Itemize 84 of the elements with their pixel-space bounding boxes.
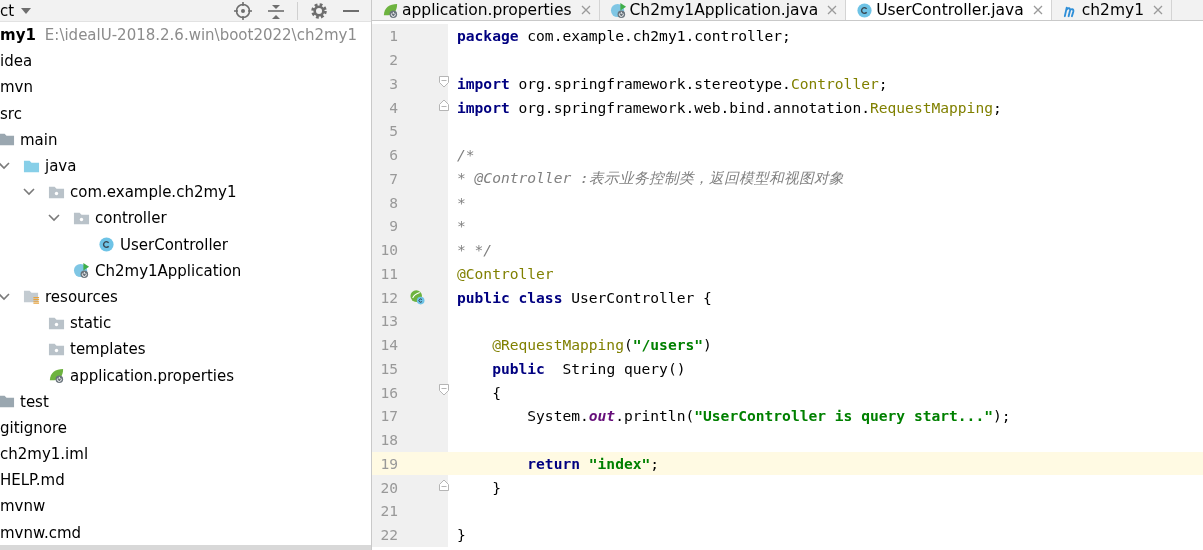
line-number: 6 <box>388 146 398 164</box>
line-number: 18 <box>379 431 398 449</box>
line-number: 17 <box>379 407 398 425</box>
tree-item[interactable]: gitignore <box>0 418 67 437</box>
line-number: 21 <box>379 502 398 520</box>
code-line: package com.example.ch2my1.controller; <box>457 27 791 45</box>
scrollbar[interactable] <box>0 545 371 550</box>
class-icon <box>856 1 874 19</box>
close-icon[interactable] <box>1032 5 1043 15</box>
code-line: import org.springframework.web.bind.annotation.RequestMapping; <box>457 98 1002 116</box>
line-number: 9 <box>388 217 398 235</box>
chevron-icon[interactable] <box>23 188 35 197</box>
tree-item[interactable]: application.properties <box>70 366 235 385</box>
tree-item[interactable]: Ch2my1Application <box>95 261 242 280</box>
line-number: 19 <box>379 454 398 472</box>
settings-icon[interactable] <box>310 1 328 20</box>
chevron-icon[interactable] <box>0 162 10 171</box>
tree-item[interactable]: controller <box>95 209 167 228</box>
code-line: return "index"; <box>526 454 660 472</box>
leaf-icon <box>382 1 399 19</box>
tree-item[interactable]: java <box>45 157 77 176</box>
tree-item[interactable]: mvnw <box>0 497 46 516</box>
panel-title[interactable]: ct <box>0 1 15 20</box>
line-number: 10 <box>379 241 398 259</box>
code-line: } <box>491 478 501 496</box>
line-number: 13 <box>379 312 398 330</box>
line-number: 2 <box>388 51 398 69</box>
tree-item[interactable]: HELP.md <box>0 471 65 490</box>
tree-item[interactable]: templates <box>70 340 146 359</box>
editor-tab[interactable]: ch2my1 <box>1051 0 1173 20</box>
tree-item[interactable]: src <box>0 104 22 123</box>
editor-tab[interactable]: Ch2my1Application.java <box>599 0 847 20</box>
editor-tab[interactable]: application.properties <box>372 0 600 20</box>
line-number: 14 <box>379 336 398 354</box>
locate-icon[interactable] <box>234 1 252 20</box>
tree-item[interactable]: mvn <box>0 78 33 97</box>
application-icon <box>609 1 627 19</box>
tree-item[interactable]: ch2my1.iml <box>0 445 89 464</box>
code-line: * */ <box>457 241 493 259</box>
class-icon <box>98 236 115 254</box>
code-line: } <box>457 526 466 544</box>
code-line: public String query() <box>491 359 686 377</box>
application-icon <box>73 262 90 280</box>
line-number: 20 <box>379 478 398 496</box>
editor-tab[interactable]: UserController.java <box>846 0 1052 20</box>
code-line: @Controller <box>457 264 554 282</box>
line-number: 4 <box>388 98 398 116</box>
caret-icon[interactable] <box>21 7 32 14</box>
close-icon[interactable] <box>580 5 591 15</box>
close-icon[interactable] <box>827 5 838 15</box>
code-line: public class UserController { <box>457 288 712 306</box>
line-number: 12 <box>379 288 398 306</box>
tree-item[interactable]: mvnw.cmd <box>0 523 82 542</box>
tree-item[interactable]: static <box>70 314 112 333</box>
code-line: System.out.println("UserController is query start..."); <box>526 407 1011 425</box>
line-number: 8 <box>388 193 398 211</box>
code-line: @RequestMapping("/users") <box>491 336 712 354</box>
tree-item[interactable]: idea <box>0 52 33 71</box>
line-number: 3 <box>388 74 398 92</box>
line-number: 1 <box>388 27 398 45</box>
tree-item[interactable]: resources <box>45 287 118 306</box>
leaf-icon <box>48 367 65 385</box>
tree-item[interactable]: com.example.ch2my1 <box>70 183 237 202</box>
code-line: { <box>491 383 501 401</box>
resources-folder-icon <box>23 288 40 306</box>
code-line: * <box>457 217 466 235</box>
tree-item[interactable]: test <box>20 392 49 411</box>
line-number: 7 <box>388 169 398 187</box>
line-number: 22 <box>379 526 398 544</box>
chevron-icon[interactable] <box>48 214 60 223</box>
line-number: 15 <box>379 359 398 377</box>
close-icon[interactable] <box>1153 5 1164 15</box>
line-number: 5 <box>388 122 398 140</box>
tree-item[interactable]: main <box>20 130 58 149</box>
code-line: * @Controller :表示业务控制类，返回模型和视图对象 <box>457 168 844 188</box>
code-line: import org.springframework.stereotype.Controller; <box>457 74 888 92</box>
code-line: * <box>457 193 466 211</box>
line-number: 16 <box>379 383 398 401</box>
line-number: 11 <box>379 264 398 282</box>
chevron-icon[interactable] <box>0 292 10 301</box>
project-path: E:\idealU-2018.2.6.win\boot2022\ch2my1 <box>44 26 357 45</box>
project-name[interactable]: my1 <box>0 26 36 45</box>
code-line: /* <box>457 146 475 164</box>
tree-item[interactable]: UserController <box>120 235 228 254</box>
